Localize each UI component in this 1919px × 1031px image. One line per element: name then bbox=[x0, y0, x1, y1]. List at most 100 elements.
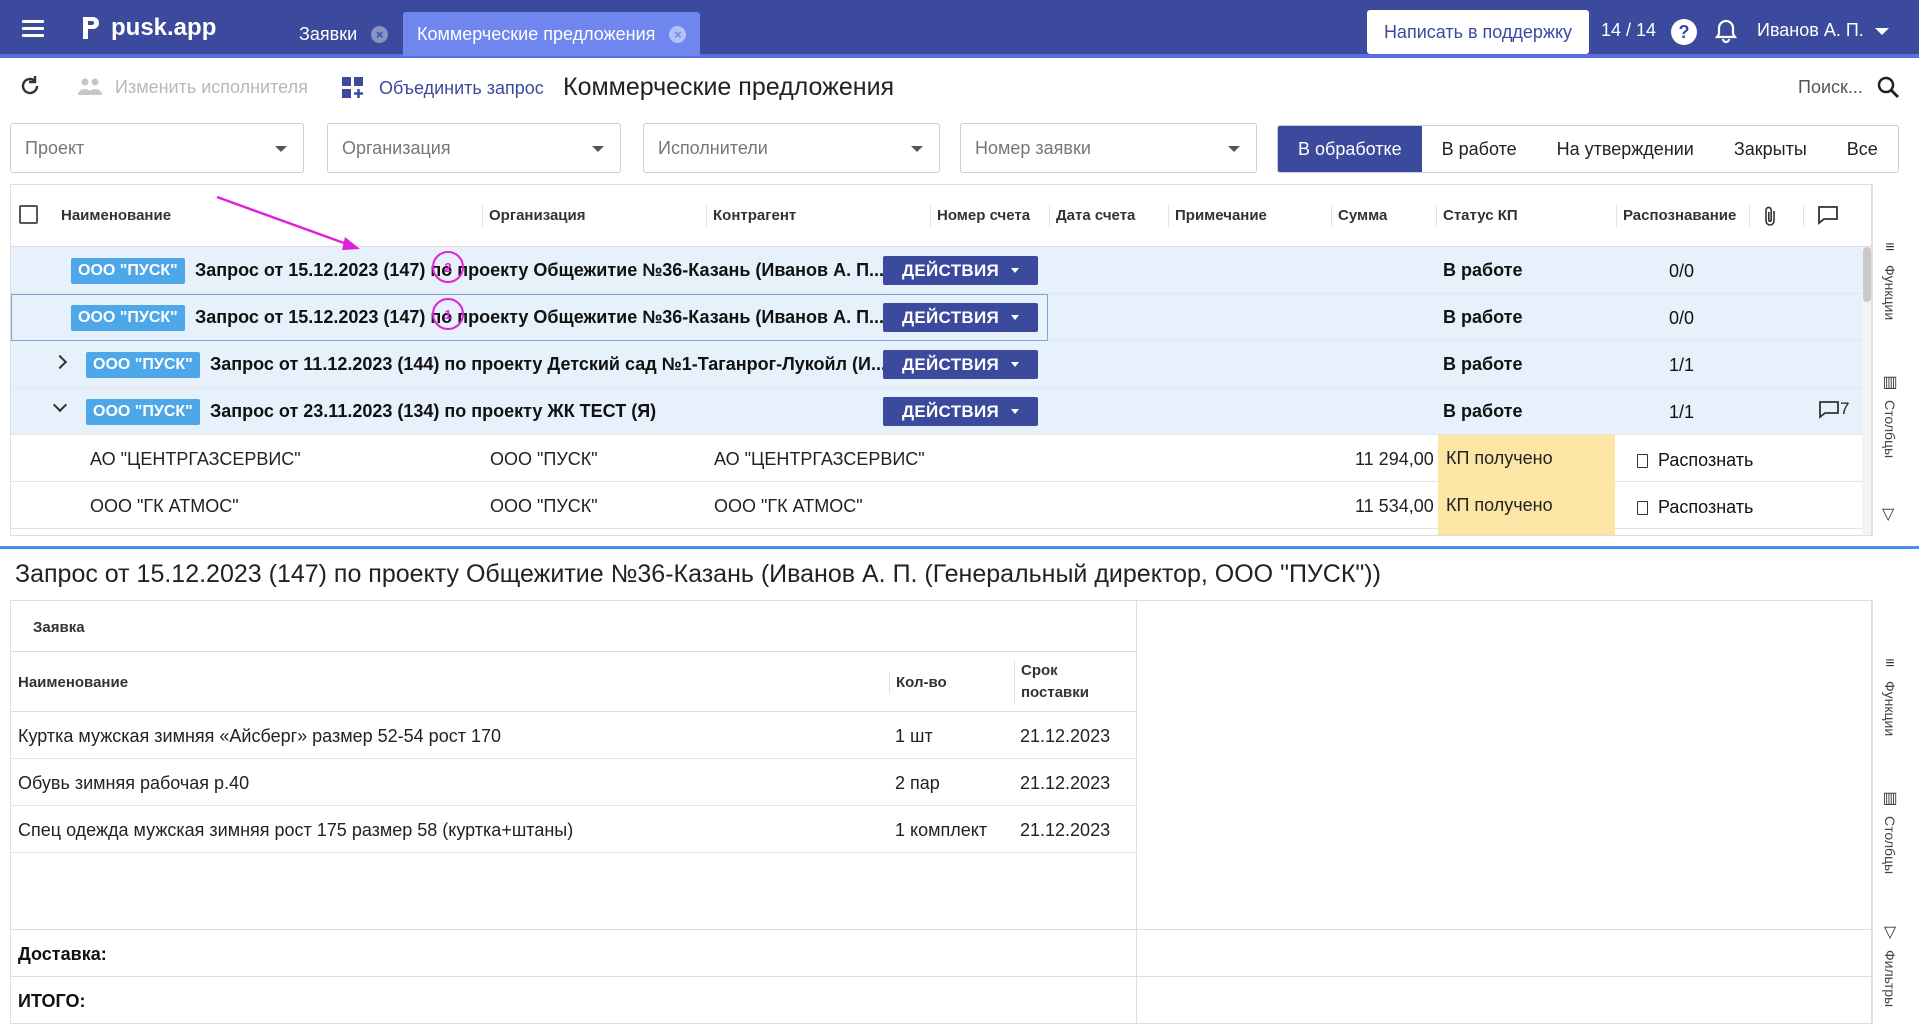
help-icon[interactable]: ? bbox=[1671, 19, 1697, 45]
side-functions-button[interactable]: ≡ Функции bbox=[1882, 239, 1898, 320]
table-row[interactable]: ООО "ПУСК" Запрос от 11.12.2023 (144) по… bbox=[11, 341, 1871, 388]
item-quantity: 1 шт bbox=[895, 726, 933, 746]
total-row: ИТОГО: bbox=[11, 976, 1137, 1023]
request-detail-table: Заявка Наименование Кол-во Срок поставки… bbox=[10, 600, 1873, 1024]
table-row[interactable]: АО "ЦЕНТРГАЗСЕРВИС" ООО "ПУСК" АО "ЦЕНТР… bbox=[11, 435, 1871, 482]
users-icon bbox=[78, 78, 102, 95]
delivery-row: Доставка: bbox=[11, 929, 1137, 976]
merge-request-button[interactable]: Объединить запрос bbox=[341, 76, 544, 100]
table-row[interactable]: ООО "ПУСК" Запрос от 23.11.2023 (134) по… bbox=[11, 388, 1871, 435]
comment-icon[interactable] bbox=[1819, 401, 1839, 419]
caret-down-icon bbox=[592, 146, 604, 152]
item-deadline: 21.12.2023 bbox=[1020, 820, 1111, 840]
request-number-filter[interactable]: Номер заявки bbox=[960, 123, 1257, 173]
collapse-chevron-icon[interactable] bbox=[52, 397, 68, 413]
select-all-checkbox[interactable] bbox=[19, 205, 38, 224]
column-divider bbox=[930, 205, 931, 227]
search-icon[interactable] bbox=[1876, 75, 1900, 99]
column-header-sum[interactable]: Сумма bbox=[1338, 207, 1387, 224]
table-row[interactable] bbox=[11, 529, 1871, 535]
column-divider bbox=[889, 672, 890, 694]
close-tab-icon[interactable]: × bbox=[371, 25, 389, 43]
hamburger-menu-icon[interactable] bbox=[22, 20, 44, 38]
merge-grid-icon bbox=[342, 77, 363, 98]
caret-down-icon bbox=[275, 146, 287, 152]
tab-requests[interactable]: Заявки × bbox=[285, 12, 402, 56]
side-panel-bottom: ≡ Функции ▥ Столбцы ▽ Фильтры bbox=[1872, 600, 1919, 1024]
side-functions-button[interactable]: ≡ Функции bbox=[1882, 655, 1898, 736]
actions-button[interactable]: ДЕЙСТВИЯ bbox=[883, 350, 1038, 379]
caret-down-icon bbox=[1011, 409, 1020, 414]
panel-divider[interactable] bbox=[0, 546, 1919, 549]
table-row[interactable]: ООО "ГК АТМОС" ООО "ПУСК" ООО "ГК АТМОС"… bbox=[11, 482, 1871, 529]
organization-filter-label: Организация bbox=[342, 137, 451, 158]
actions-button[interactable]: ДЕЙСТВИЯ bbox=[883, 256, 1038, 285]
actions-button[interactable]: ДЕЙСТВИЯ bbox=[883, 397, 1038, 426]
row-recognition: 1/1 bbox=[1669, 355, 1695, 375]
side-columns-button[interactable]: ▥ Столбцы bbox=[1882, 372, 1898, 458]
item-name: Куртка мужская зимняя «Айсберг» размер 5… bbox=[18, 726, 501, 746]
column-divider bbox=[1436, 205, 1437, 227]
column-header-organization[interactable]: Организация bbox=[489, 207, 586, 224]
change-executor-button[interactable]: Изменить исполнителя bbox=[77, 76, 308, 98]
actions-button[interactable]: ДЕЙСТВИЯ bbox=[883, 303, 1038, 332]
column-header-kp-status[interactable]: Статус КП bbox=[1443, 207, 1518, 224]
side-filters-button[interactable]: ▽ Фильтры bbox=[1882, 922, 1898, 1007]
tab-commercial-offers[interactable]: Коммерческие предложения × bbox=[403, 12, 701, 56]
side-columns-label: Столбцы bbox=[1882, 400, 1898, 459]
expand-chevron-icon[interactable] bbox=[52, 354, 68, 370]
project-filter[interactable]: Проект bbox=[10, 123, 304, 173]
status-tab-in-work[interactable]: В работе bbox=[1422, 126, 1537, 172]
support-button[interactable]: Написать в поддержку bbox=[1367, 10, 1589, 54]
table-row[interactable]: Обувь зимняя рабочая р.40 2 пар 21.12.20… bbox=[11, 759, 1137, 806]
request-title[interactable]: Запрос от 15.12.2023 (147) по проекту Об… bbox=[195, 260, 885, 281]
row-status: В работе bbox=[1443, 354, 1523, 374]
request-title[interactable]: Запрос от 11.12.2023 (144) по проекту Де… bbox=[210, 354, 885, 375]
request-title[interactable]: Запрос от 23.11.2023 (134) по проекту ЖК… bbox=[210, 401, 885, 422]
status-tab-all[interactable]: Все bbox=[1827, 126, 1898, 172]
logo-text: pusk.app bbox=[111, 14, 217, 41]
column-header-deadline-line1[interactable]: Срок bbox=[1021, 662, 1058, 679]
column-header-invoice-number[interactable]: Номер счета bbox=[937, 207, 1030, 224]
column-header-item-name[interactable]: Наименование bbox=[18, 674, 128, 691]
column-header-deadline-line2[interactable]: поставки bbox=[1021, 684, 1089, 701]
status-tab-approval[interactable]: На утверждении bbox=[1537, 126, 1714, 172]
column-header-counterparty[interactable]: Контрагент bbox=[713, 207, 796, 224]
bell-icon[interactable] bbox=[1714, 18, 1738, 44]
column-header-note[interactable]: Примечание bbox=[1175, 207, 1267, 224]
total-label: ИТОГО: bbox=[18, 991, 86, 1011]
status-tab-closed[interactable]: Закрыты bbox=[1714, 126, 1827, 172]
recognize-button[interactable]: Распознать bbox=[1637, 450, 1753, 471]
status-tab-processing[interactable]: В обработке bbox=[1278, 126, 1422, 172]
table-row[interactable]: Спец одежда мужская зимняя рост 175 разм… bbox=[11, 806, 1137, 853]
actions-label: ДЕЙСТВИЯ bbox=[901, 401, 1000, 421]
merge-request-label: Объединить запрос bbox=[379, 77, 544, 98]
recognize-button[interactable]: Распознать bbox=[1637, 497, 1753, 518]
row-recognition: 0/0 bbox=[1669, 261, 1695, 281]
search-input[interactable]: Поиск... bbox=[1798, 77, 1863, 98]
close-tab-icon[interactable]: × bbox=[669, 25, 687, 43]
refresh-icon[interactable] bbox=[18, 74, 42, 98]
column-header-invoice-date[interactable]: Дата счета bbox=[1056, 207, 1135, 224]
organization-filter[interactable]: Организация bbox=[327, 123, 621, 173]
table-row[interactable]: Куртка мужская зимняя «Айсберг» размер 5… bbox=[11, 712, 1137, 759]
column-header-name[interactable]: Наименование bbox=[61, 207, 171, 224]
column-header-quantity[interactable]: Кол-во bbox=[896, 674, 947, 691]
scrollbar-thumb[interactable] bbox=[1863, 247, 1871, 302]
actions-label: ДЕЙСТВИЯ bbox=[901, 307, 1000, 327]
executors-filter[interactable]: Исполнители bbox=[643, 123, 940, 173]
comment-icon[interactable] bbox=[1817, 205, 1839, 225]
caret-down-icon bbox=[1011, 268, 1020, 273]
offer-counterparty: АО "ЦЕНТРГАЗСЕРВИС" bbox=[714, 449, 925, 469]
vertical-scrollbar[interactable] bbox=[1862, 247, 1871, 535]
request-title[interactable]: Запрос от 15.12.2023 (147) по проекту Об… bbox=[195, 307, 885, 328]
side-columns-button[interactable]: ▥ Столбцы bbox=[1882, 788, 1898, 874]
side-filters-button[interactable]: ▽ bbox=[1882, 504, 1894, 524]
app-logo[interactable]: pusk.app bbox=[80, 14, 216, 42]
user-name[interactable]: Иванов А. П. bbox=[1757, 20, 1864, 41]
attachment-icon[interactable] bbox=[1763, 205, 1777, 227]
tab-label: Коммерческие предложения bbox=[417, 23, 656, 44]
column-header-recognition[interactable]: Распознавание bbox=[1623, 207, 1736, 224]
chevron-down-icon[interactable] bbox=[1875, 28, 1889, 35]
table-row[interactable]: ООО "ПУСК" Запрос от 15.12.2023 (147) по… bbox=[11, 294, 1871, 341]
